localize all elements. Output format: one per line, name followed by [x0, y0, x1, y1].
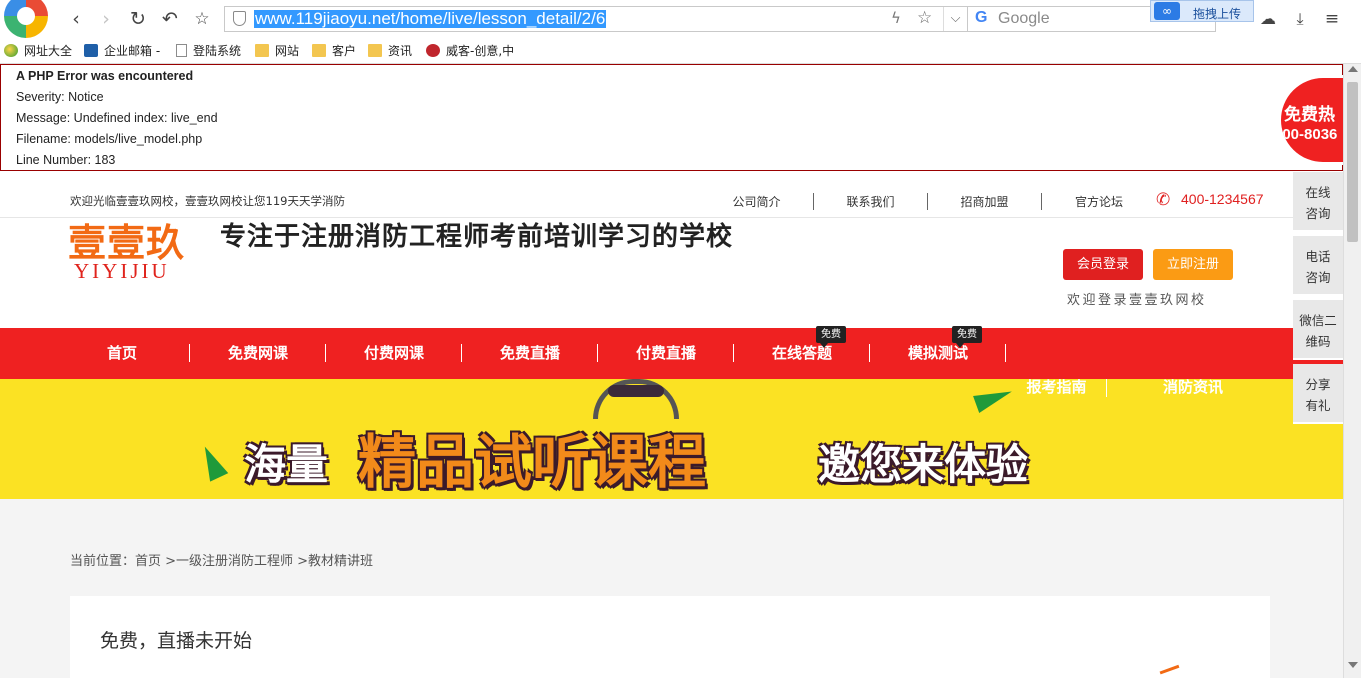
bookmark-item[interactable]: 威客-创意,中	[426, 42, 514, 60]
link-forum[interactable]: 官方论坛	[1042, 193, 1156, 210]
error-message: Message: Undefined index: live_end	[16, 111, 218, 125]
browser-logo-icon[interactable]	[4, 0, 48, 38]
php-error-box: A PHP Error was encountered Severity: No…	[0, 64, 1343, 171]
banner-text-part1: 海量	[244, 440, 329, 489]
nav-home[interactable]: 首页	[54, 328, 190, 379]
nav-paid-live[interactable]: 付费直播	[598, 328, 734, 379]
link-company-intro[interactable]: 公司简介	[700, 193, 814, 210]
lightning-icon[interactable]: ϟ	[891, 9, 901, 27]
free-hotline-title: 免费热	[1284, 105, 1335, 125]
site-slogan: 专注于注册消防工程师考前培训学习的学校	[220, 222, 734, 252]
globe-icon	[4, 44, 18, 57]
bookmark-item[interactable]: 登陆系统	[176, 42, 241, 60]
chevron-down-icon[interactable]: ⌵	[943, 7, 967, 31]
hotline-number: 400-1234567	[1181, 191, 1264, 207]
share-reward-button[interactable]: 分享有礼	[1293, 364, 1343, 424]
main-nav: 首页 免费网课 付费网课 免费直播 付费直播 在线答题 模拟测试 免费 免费	[0, 326, 1343, 379]
side-item-label: 在线咨询	[1305, 185, 1331, 221]
nav-mock-test[interactable]: 模拟测试	[870, 328, 1006, 379]
live-status-text: 免费，直播未开始	[100, 630, 253, 652]
undo-icon[interactable]: ↶	[158, 7, 182, 31]
bookmark-item[interactable]: 网址大全	[4, 42, 72, 60]
folder-icon	[255, 44, 269, 57]
nav-online-quiz[interactable]: 在线答题	[734, 328, 870, 379]
nav-free-courses[interactable]: 免费网课	[190, 328, 326, 379]
leaf-decoration	[195, 442, 229, 482]
mail-icon	[84, 44, 98, 57]
weike-icon	[426, 44, 440, 57]
phone-consult-button[interactable]: 电话咨询	[1293, 236, 1343, 296]
site-topbar: 欢迎光临壹壹玖网校，壹壹玖网校让您119天天学消防 公司简介 联系我们 招商加盟…	[0, 171, 1343, 218]
error-filename: Filename: models/live_model.php	[16, 132, 203, 146]
nav-free-live[interactable]: 免费直播	[462, 328, 598, 379]
scroll-down-arrow-icon[interactable]	[1348, 662, 1358, 668]
cloud-link-icon: ∞	[1154, 2, 1180, 20]
logo-english[interactable]: YIYIJIU	[74, 259, 170, 284]
scroll-up-arrow-icon[interactable]	[1348, 66, 1358, 72]
welcome-text: 欢迎光临壹壹玖网校，壹壹玖网校让您119天天学消防	[70, 194, 345, 208]
lesson-content-box: 免费，直播未开始	[70, 596, 1270, 678]
site-header: 壹壹玖 YIYIJIU 专注于注册消防工程师考前培训学习的学校 会员登录 立即注…	[0, 218, 1343, 328]
menu-icon[interactable]: ≡	[1320, 7, 1344, 31]
address-bar[interactable]: www.119jiaoyu.net/home/live/lesson_detai…	[224, 6, 968, 32]
cloud-icon[interactable]: ☁	[1256, 7, 1280, 31]
nav-exam-guide[interactable]: 报考指南	[1007, 379, 1107, 397]
forward-icon[interactable]: ›	[94, 7, 118, 31]
side-item-label: 微信二维码	[1299, 313, 1337, 349]
breadcrumb[interactable]: 当前位置：首页 >一级注册消防工程师 >教材精讲班	[70, 550, 373, 569]
link-contact-us[interactable]: 联系我们	[814, 193, 928, 210]
star-icon[interactable]: ☆	[190, 7, 214, 31]
search-placeholder: Google	[998, 10, 1050, 27]
vertical-scrollbar[interactable]	[1343, 64, 1361, 678]
security-shield-icon[interactable]	[233, 11, 246, 26]
bookmark-item[interactable]: 客户	[312, 42, 356, 60]
folder-icon	[368, 44, 382, 57]
free-hotline-number: 400-8036	[1278, 126, 1338, 143]
reload-icon[interactable]: ↻	[126, 7, 150, 31]
browser-toolbar: ‹ › ↻ ↶ ☆ www.119jiaoyu.net/home/live/le…	[0, 0, 1361, 38]
scroll-thumb[interactable]	[1347, 82, 1358, 242]
error-severity: Severity: Notice	[16, 90, 104, 104]
bookmark-item[interactable]: 企业邮箱 -	[84, 42, 160, 60]
upload-label: 拖拽上传	[1193, 7, 1242, 21]
nav-fire-news[interactable]: 消防资讯	[1143, 379, 1243, 397]
nav-paid-courses[interactable]: 付费网课	[326, 328, 462, 379]
bookmark-star-icon[interactable]: ☆	[917, 8, 932, 28]
free-badge: 免费	[816, 326, 846, 348]
member-login-button[interactable]: 会员登录	[1063, 249, 1143, 280]
drag-upload-widget[interactable]: ∞ 拖拽上传	[1150, 0, 1254, 22]
url-text[interactable]: www.119jiaoyu.net/home/live/lesson_detai…	[254, 10, 607, 28]
google-icon: G	[975, 9, 988, 26]
register-button[interactable]: 立即注册	[1153, 249, 1233, 280]
welcome-login-text: 欢迎登录壹壹玖网校	[1067, 293, 1207, 308]
back-icon[interactable]: ‹	[64, 7, 88, 31]
bookmark-item[interactable]: 资讯	[368, 42, 412, 60]
online-consult-button[interactable]: 在线咨询	[1293, 172, 1343, 232]
banner-headphone-band	[608, 385, 664, 397]
folder-icon	[312, 44, 326, 57]
side-item-label: 分享有礼	[1305, 377, 1331, 413]
page-icon	[176, 44, 187, 57]
bookmark-item[interactable]: 网站	[255, 42, 299, 60]
banner-text-part2: 精品试听课程	[358, 428, 707, 496]
bookmarks-bar: 网址大全 企业邮箱 - 登陆系统 网站 客户 资讯 威客-创意,中	[0, 38, 1361, 64]
side-item-label: 电话咨询	[1305, 249, 1331, 285]
error-title: A PHP Error was encountered	[16, 69, 194, 83]
download-icon[interactable]: ⤓	[1288, 7, 1312, 31]
link-franchise[interactable]: 招商加盟	[928, 193, 1042, 210]
promo-banner[interactable]: 海量 精品试听课程 邀您来体验 报考指南 消防资讯	[0, 379, 1343, 499]
error-line: Line Number: 183	[16, 153, 116, 167]
wechat-qr-button[interactable]: 微信二维码	[1293, 300, 1343, 360]
page-viewport: A PHP Error was encountered Severity: No…	[0, 64, 1343, 678]
banner-text-part3: 邀您来体验	[818, 440, 1029, 489]
free-badge: 免费	[952, 326, 982, 348]
phone-icon: ✆	[1156, 190, 1171, 210]
